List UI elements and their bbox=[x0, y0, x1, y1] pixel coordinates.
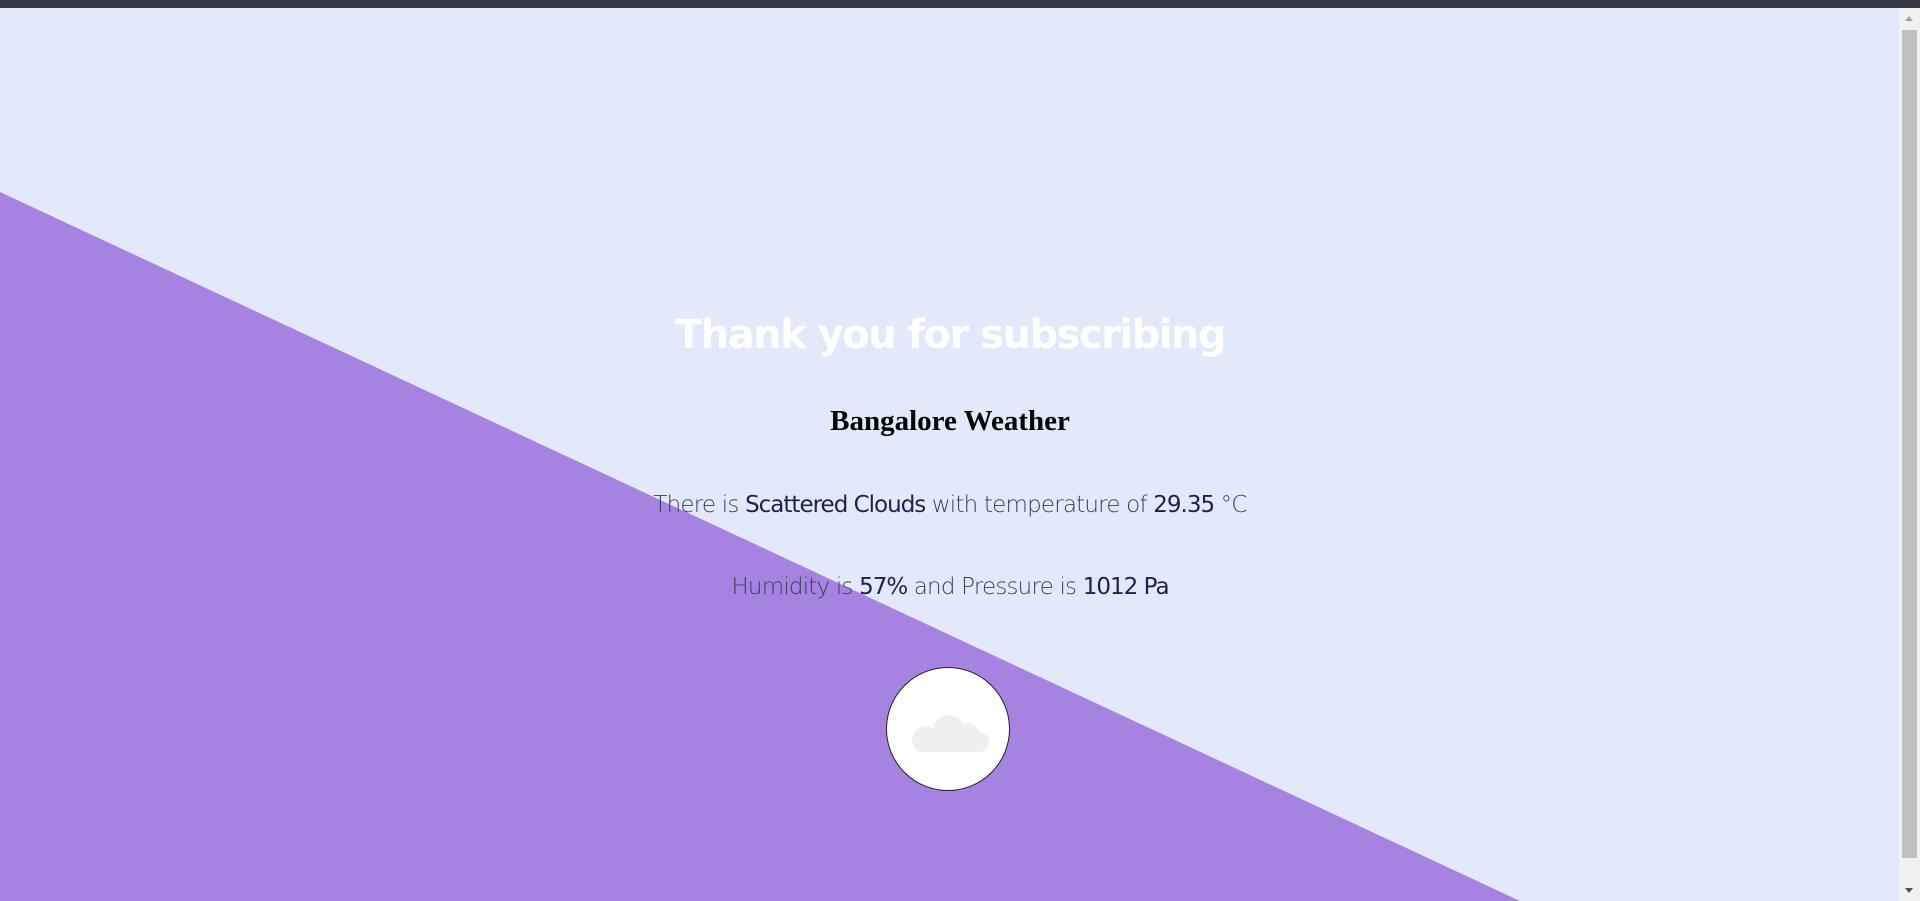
main-content: Thank you for subscribing Bangalore Weat… bbox=[0, 0, 1900, 901]
scroll-down-arrow-icon[interactable] bbox=[1905, 888, 1913, 893]
scroll-up-arrow-icon[interactable] bbox=[1905, 16, 1913, 21]
weather-description-line: There is Scattered Clouds with temperatu… bbox=[0, 492, 1900, 518]
line1-middle: with temperature of bbox=[931, 492, 1148, 518]
pressure-value: 1012 Pa bbox=[1082, 574, 1170, 600]
line2-middle: and Pressure is bbox=[913, 574, 1077, 600]
line1-prefix: There is bbox=[653, 492, 739, 518]
line2-prefix: Humidity is bbox=[731, 574, 853, 600]
weather-icon-badge bbox=[886, 667, 1010, 791]
city-heading: Bangalore Weather bbox=[830, 405, 1070, 437]
weather-description: Scattered Clouds bbox=[745, 492, 926, 518]
humidity-value: 57% bbox=[859, 574, 908, 600]
vertical-scrollbar[interactable] bbox=[1899, 8, 1920, 901]
temperature-value: 29.35 bbox=[1153, 492, 1215, 518]
temperature-unit: °C bbox=[1220, 492, 1248, 518]
humidity-pressure-line: Humidity is 57% and Pressure is 1012 Pa bbox=[0, 574, 1900, 600]
scrollbar-thumb[interactable] bbox=[1902, 30, 1917, 858]
cloud-icon bbox=[912, 715, 989, 752]
page-title: Thank you for subscribing bbox=[674, 312, 1227, 358]
